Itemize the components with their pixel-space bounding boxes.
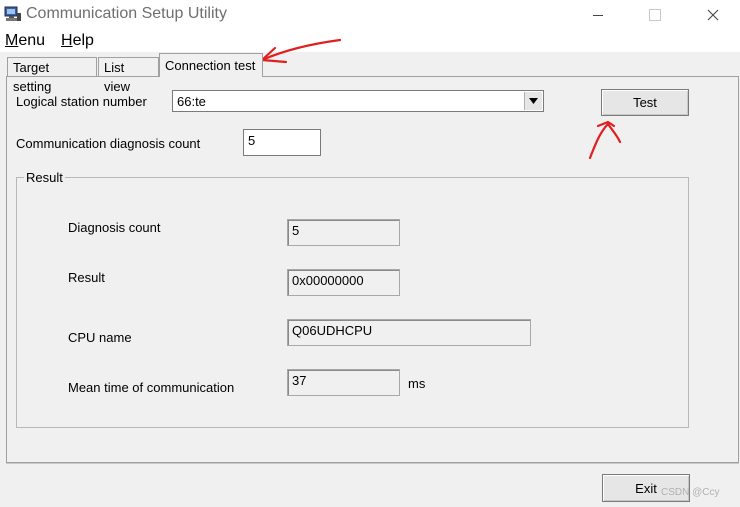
cpu-name-field: Q06UDHCPU — [287, 319, 531, 346]
menu-item-menu[interactable]: Menu — [5, 32, 45, 50]
maximize-icon — [649, 9, 661, 21]
tab-connection-test[interactable]: Connection test — [159, 53, 263, 77]
window-title: Communication Setup Utility — [26, 5, 227, 22]
tab-list-view[interactable]: List view — [98, 57, 159, 94]
mean-time-field: 37 — [287, 369, 400, 396]
app-icon — [4, 5, 22, 23]
maximize-button[interactable] — [631, 0, 679, 30]
menu-item-help[interactable]: Help — [61, 32, 94, 50]
result-label: Result — [68, 270, 105, 285]
logical-station-select[interactable]: 66:te — [172, 90, 544, 112]
chevron-down-icon[interactable] — [524, 92, 542, 110]
result-diagnosis-count-label: Diagnosis count — [68, 220, 161, 235]
divider — [6, 463, 739, 464]
mean-time-unit: ms — [408, 376, 426, 391]
mean-time-label: Mean time of communication — [68, 380, 235, 395]
close-button[interactable] — [689, 0, 737, 30]
menu-bar — [0, 30, 740, 52]
minimize-button[interactable] — [574, 0, 622, 30]
tab-label: Connection test — [165, 58, 256, 73]
diagnosis-count-input[interactable]: 5 — [243, 129, 321, 156]
close-icon — [707, 9, 719, 21]
diagnosis-count-label: Communication diagnosis count — [16, 136, 201, 151]
result-group-title: Result — [24, 170, 65, 185]
watermark: CSDN @Ccy — [661, 487, 720, 498]
logical-station-value: 66:te — [177, 94, 206, 109]
cpu-name-label: CPU name — [68, 330, 132, 345]
tab-label: List view — [104, 60, 131, 94]
logical-station-label: Logical station number — [16, 94, 147, 109]
result-value-field: 0x00000000 — [287, 269, 400, 296]
result-diagnosis-count-field: 5 — [287, 219, 400, 246]
test-button[interactable]: Test — [601, 89, 689, 116]
minimize-icon — [593, 14, 603, 16]
tab-label: Target setting — [13, 60, 52, 94]
tab-target-setting[interactable]: Target setting — [7, 57, 97, 94]
